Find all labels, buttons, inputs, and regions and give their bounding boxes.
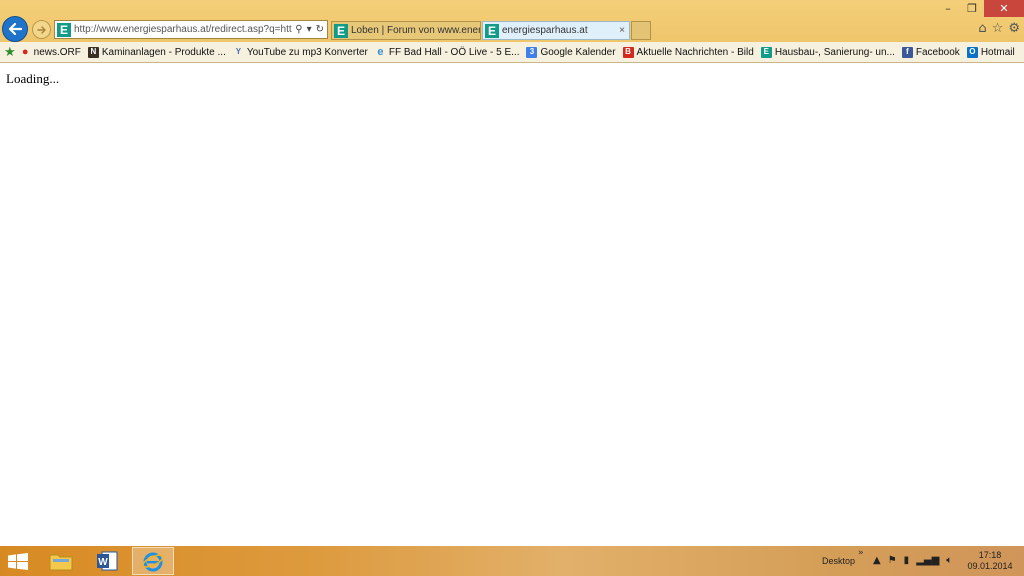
action-center-flag-icon[interactable]: ⚑ <box>888 555 897 566</box>
favorite-label: Google Kalender <box>540 46 616 58</box>
window-controls: – ❐ ✕ <box>936 0 1024 17</box>
favorite-label: news.ORF <box>33 46 81 58</box>
browser-toolbar-right: ⌂ ☆ ⚙ <box>978 21 1020 36</box>
refresh-icon[interactable]: ↻ <box>316 24 324 35</box>
tab-energiesparhaus[interactable]: E energiesparhaus.at × <box>482 21 630 40</box>
tab-favicon: E <box>334 23 348 38</box>
bild-icon: B <box>622 46 634 58</box>
gear-icon[interactable]: ⚙ <box>1008 21 1020 36</box>
facebook-icon: f <box>901 46 913 58</box>
network-signal-icon[interactable]: ▂▄▆ <box>916 555 939 566</box>
word-icon: W <box>97 551 118 571</box>
favorite-item[interactable]: N Kaminanlagen - Produkte ... <box>87 46 226 58</box>
google-calendar-icon: 3 <box>526 46 538 58</box>
taskbar: W Desktop » ▲ ⚑ ▮ ▂▄▆ 🔈︎ 17:18 09.01.201… <box>0 546 1024 576</box>
favorite-label: Facebook <box>915 46 960 58</box>
internet-explorer-icon <box>142 552 164 572</box>
back-arrow-icon <box>8 23 22 35</box>
favorite-item[interactable]: B Aktuelle Nachrichten - Bild <box>622 46 754 58</box>
energiesparhaus-icon: E <box>760 46 772 58</box>
favorite-label: Hotmail <box>980 46 1015 58</box>
close-window-icon[interactable]: ✕ <box>984 0 1024 17</box>
folder-icon <box>49 554 73 571</box>
site-favicon: E <box>57 22 71 37</box>
tab-favicon: E <box>485 23 499 38</box>
battery-icon[interactable]: ▮ <box>904 555 910 566</box>
favorite-item[interactable]: Y YouTube zu mp3 Konverter <box>233 47 368 58</box>
favorite-label: Hausbau-, Sanierung- un... <box>774 46 895 58</box>
internet-explorer-button[interactable] <box>132 547 174 575</box>
orf-icon: ● <box>21 45 29 58</box>
minimize-icon[interactable]: – <box>936 0 960 17</box>
address-bar[interactable]: E http://www.energiesparhaus.at/redirect… <box>54 20 328 39</box>
favorite-label: FF Bad Hall - OÖ Live - 5 E... <box>388 46 520 58</box>
windows-start-icon[interactable] <box>8 553 28 570</box>
favorite-item[interactable]: 3 Google Kalender <box>526 46 616 58</box>
favorite-label: Kaminanlagen - Produkte ... <box>101 46 226 58</box>
forward-arrow-icon <box>36 25 46 34</box>
show-hidden-icons-icon[interactable]: ▲ <box>873 555 881 566</box>
youtube-mp3-icon: Y <box>235 47 242 56</box>
address-url[interactable]: http://www.energiesparhaus.at/redirect.a… <box>74 24 292 35</box>
tab-label: energiesparhaus.at <box>502 25 588 36</box>
favorites-star-icon[interactable]: ☆ <box>992 21 1004 36</box>
dropdown-arrow-icon[interactable]: ▾ <box>307 24 312 35</box>
desktop-toolbar-label[interactable]: Desktop <box>822 556 855 566</box>
hotmail-icon: O <box>966 46 978 58</box>
loading-text: Loading... <box>6 71 60 86</box>
search-icon[interactable]: ⚲ <box>295 24 302 35</box>
favorites-bar: ★ ● news.ORF N Kaminanlagen - Produkte .… <box>0 42 1024 63</box>
tab-loben-forum[interactable]: E Loben | Forum von www.energiesparhaus.… <box>331 21 481 40</box>
new-tab-button[interactable] <box>631 21 651 40</box>
favorite-item[interactable]: O Hotmail <box>966 46 1015 58</box>
page-content: Loading... <box>0 63 1024 546</box>
home-icon[interactable]: ⌂ <box>978 21 986 36</box>
tab-close-icon[interactable]: × <box>615 25 629 36</box>
clock-date: 09.01.2014 <box>967 561 1013 571</box>
clock-time: 17:18 <box>978 550 1002 560</box>
ie-page-icon: e <box>377 45 384 58</box>
favorite-item[interactable]: e FF Bad Hall - OÖ Live - 5 E... <box>375 45 520 58</box>
file-explorer-button[interactable] <box>40 547 82 575</box>
favorite-item[interactable]: ● news.ORF <box>20 45 81 58</box>
system-clock[interactable]: 17:18 09.01.2014 <box>962 550 1018 572</box>
favorite-item[interactable]: E Hausbau-, Sanierung- un... <box>760 46 895 58</box>
forward-button[interactable] <box>32 20 51 39</box>
restore-icon[interactable]: ❐ <box>960 0 984 17</box>
kamin-icon: N <box>87 46 99 58</box>
favorite-item[interactable]: f Facebook <box>901 46 960 58</box>
browser-titlebar: E http://www.energiesparhaus.at/redirect… <box>0 0 1024 42</box>
volume-icon[interactable]: 🔈︎ <box>946 555 952 566</box>
favorite-label: Aktuelle Nachrichten - Bild <box>636 46 754 58</box>
add-favorite-icon[interactable]: ★ <box>4 45 16 60</box>
toolbar-chevron-icon[interactable]: » <box>858 548 864 558</box>
favorite-label: YouTube zu mp3 Konverter <box>246 46 368 58</box>
tab-label: Loben | Forum von www.energiesparhaus.at <box>351 25 480 36</box>
word-button[interactable]: W <box>86 547 128 575</box>
system-tray: ▲ ⚑ ▮ ▂▄▆ 🔈︎ <box>873 555 952 566</box>
back-button[interactable] <box>2 16 28 42</box>
svg-text:W: W <box>98 557 108 568</box>
